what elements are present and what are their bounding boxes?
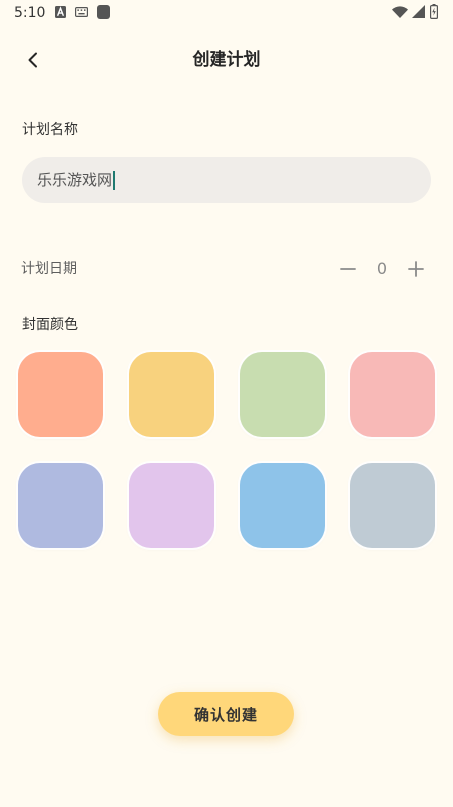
plus-icon xyxy=(408,261,424,277)
confirm-create-label: 确认创建 xyxy=(193,705,258,724)
plan-name-label: 计划名称 xyxy=(22,122,78,138)
plan-name-value: 乐乐游戏网 xyxy=(37,171,113,189)
wifi-icon xyxy=(392,6,408,18)
a-notification-icon xyxy=(55,6,66,18)
plan-name-input[interactable]: 乐乐游戏网 xyxy=(22,157,431,203)
text-cursor xyxy=(113,170,116,190)
minus-icon xyxy=(340,268,356,270)
page-title: 创建计划 xyxy=(192,50,261,70)
color-swatch-gray[interactable] xyxy=(350,463,435,548)
status-time: 5:10 xyxy=(14,5,46,21)
decrement-button[interactable] xyxy=(335,256,361,282)
plan-date-label: 计划日期 xyxy=(21,261,77,277)
color-swatch-pink[interactable] xyxy=(350,352,435,437)
color-swatch-blue[interactable] xyxy=(240,463,325,548)
confirm-create-button[interactable]: 确认创建 xyxy=(158,692,294,736)
battery-charging-icon xyxy=(430,4,438,19)
color-swatch-salmon[interactable] xyxy=(18,352,103,437)
color-swatch-green[interactable] xyxy=(240,352,325,437)
plan-date-value: 0 xyxy=(376,259,388,278)
color-swatch-lavender[interactable] xyxy=(18,463,103,548)
color-swatch-purple[interactable] xyxy=(129,463,214,548)
color-swatch-yellow[interactable] xyxy=(129,352,214,437)
cover-color-label: 封面颜色 xyxy=(22,317,78,333)
app-square-icon xyxy=(97,5,110,19)
status-bar: 5:10 xyxy=(0,0,453,26)
signal-icon xyxy=(412,5,425,18)
increment-button[interactable] xyxy=(403,256,429,282)
keyboard-icon xyxy=(75,7,88,17)
